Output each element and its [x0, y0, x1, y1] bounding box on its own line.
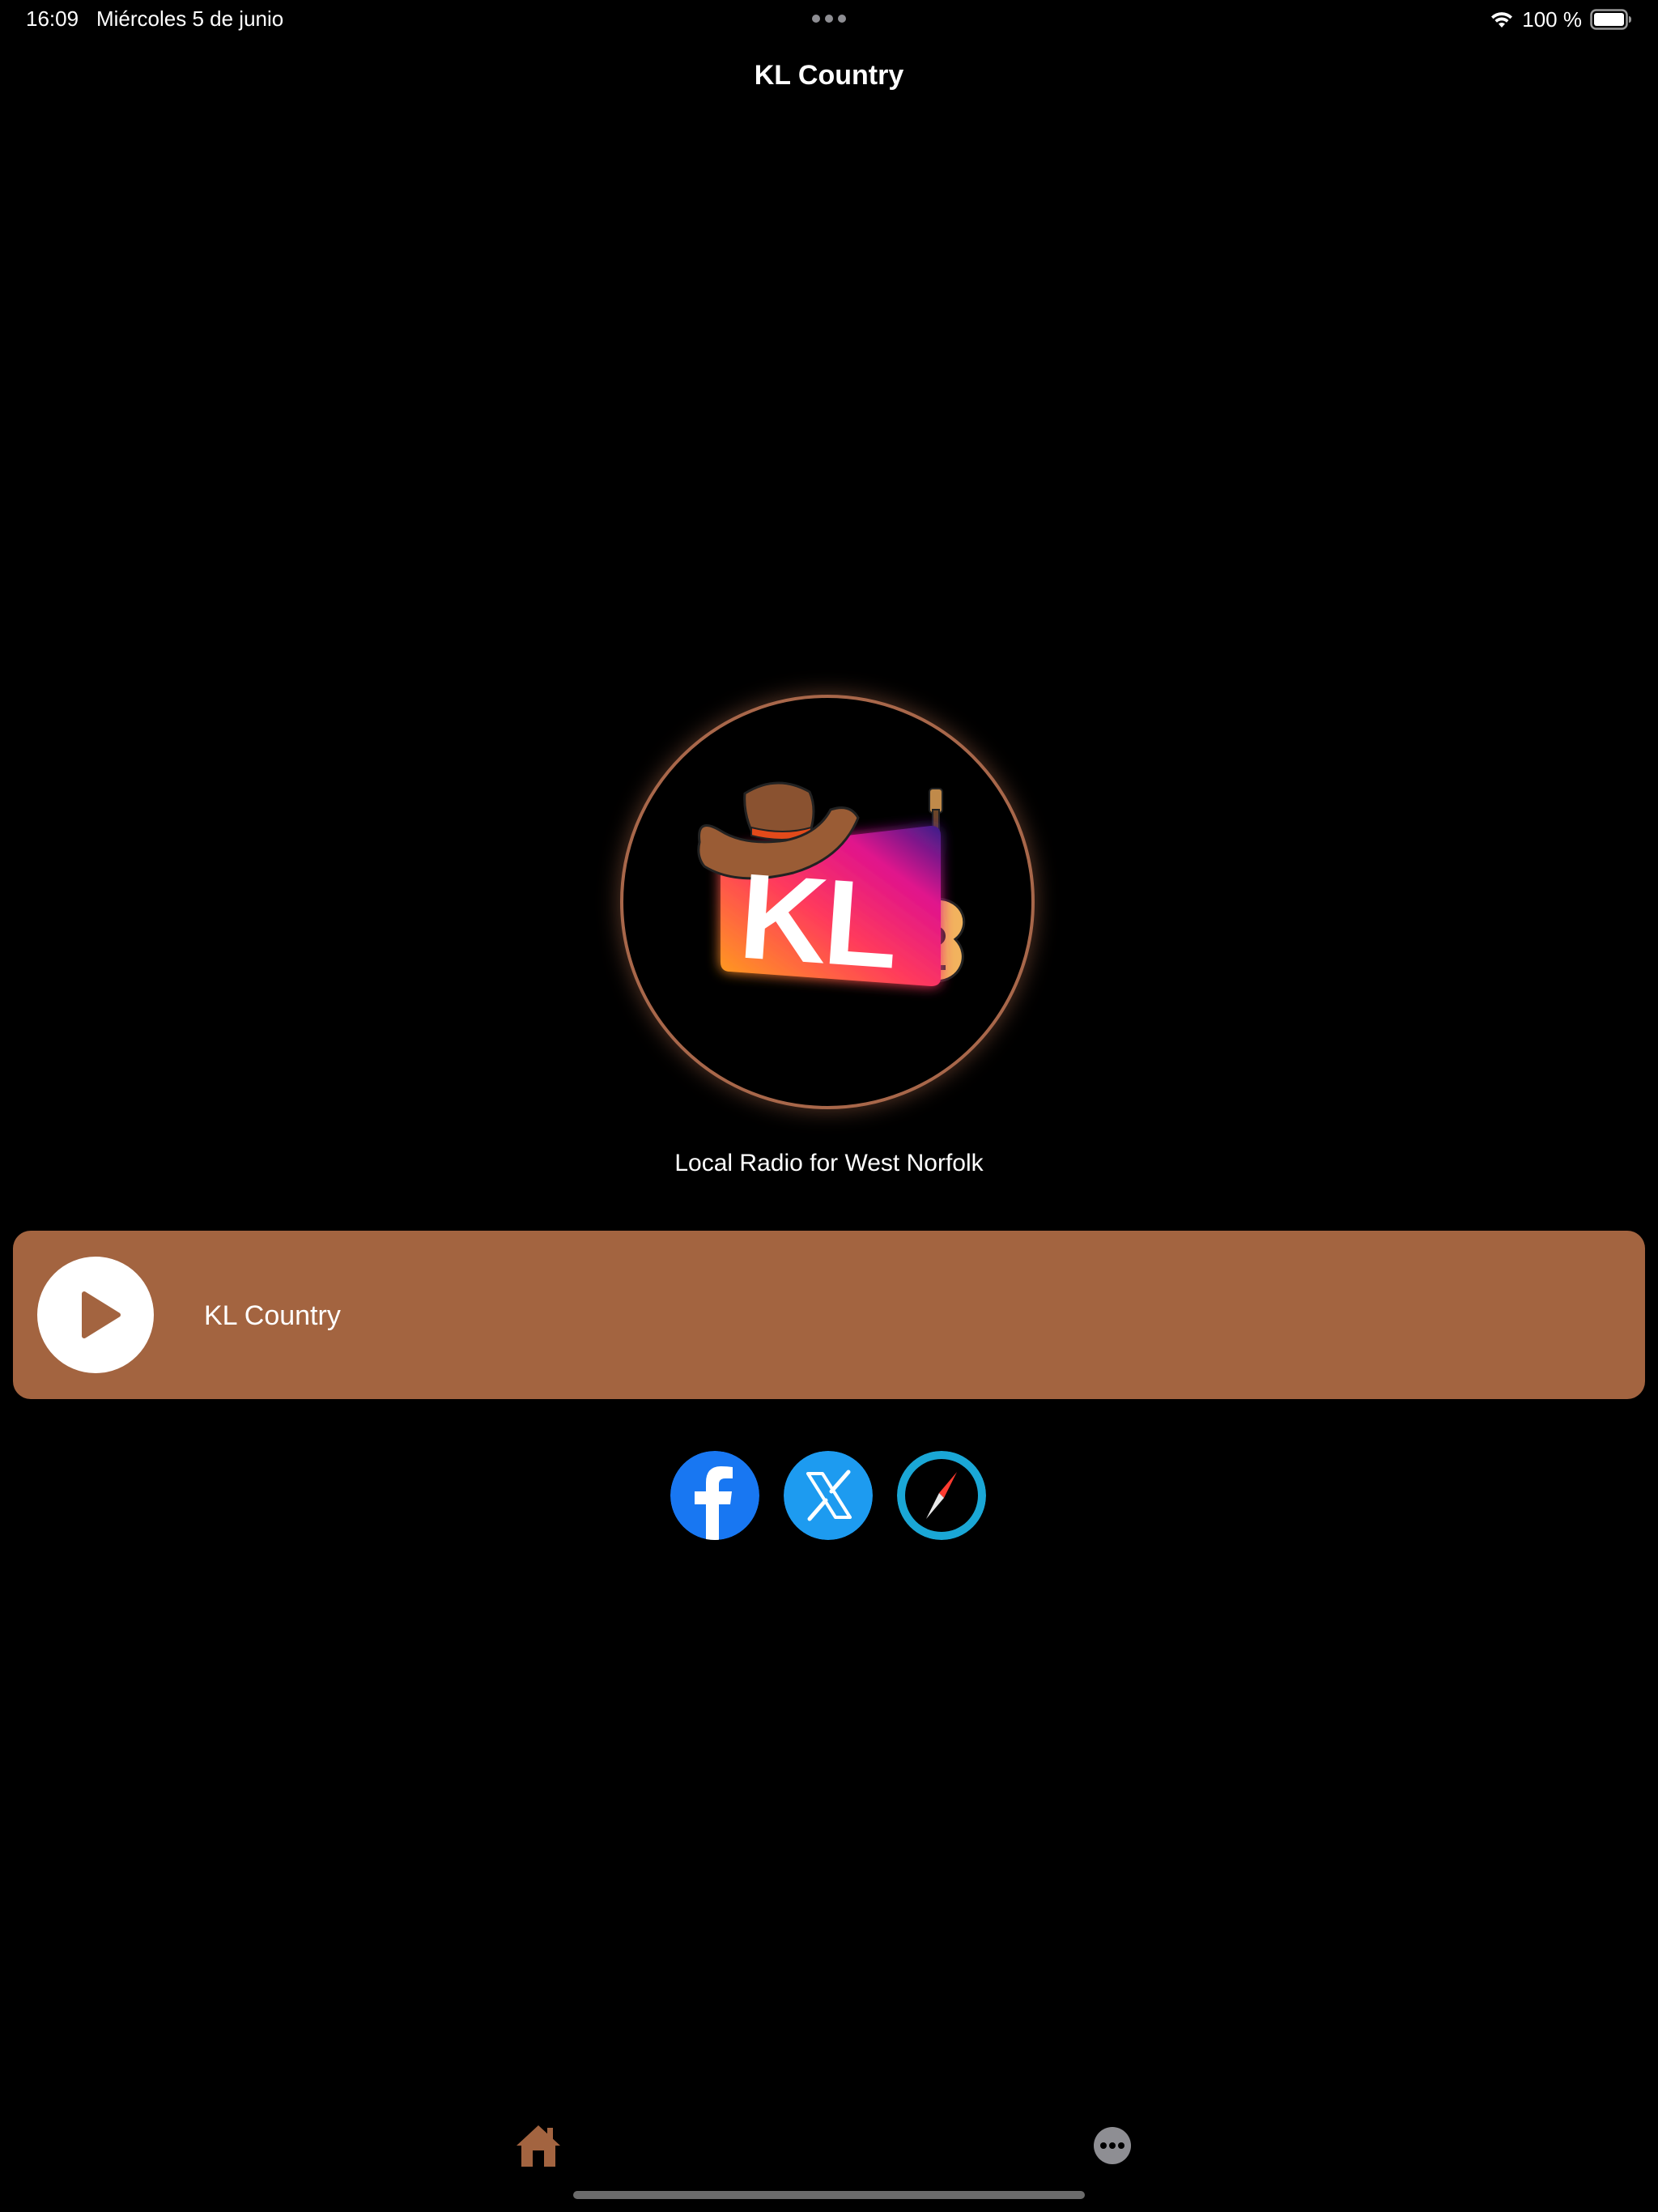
- tab-home[interactable]: [515, 2123, 562, 2168]
- battery-icon: [1590, 9, 1631, 30]
- home-icon: [517, 2125, 560, 2167]
- tab-more[interactable]: [1093, 2126, 1132, 2165]
- compass-icon: [897, 1451, 986, 1540]
- facebook-button[interactable]: [670, 1451, 759, 1540]
- play-icon: [82, 1291, 121, 1338]
- multitask-dots-icon[interactable]: [811, 14, 847, 23]
- status-indicators: 100 %: [1490, 6, 1632, 32]
- player-station-name: KL Country: [204, 1300, 341, 1331]
- website-button[interactable]: [897, 1451, 986, 1540]
- more-icon: [1094, 2127, 1131, 2164]
- battery-percentage: 100 %: [1522, 6, 1582, 32]
- logo-letters: KL: [735, 847, 900, 994]
- page-title: KL Country: [754, 60, 904, 91]
- player-bar: KL Country: [13, 1231, 1645, 1399]
- social-links: [670, 1451, 988, 1540]
- x-twitter-button[interactable]: [784, 1451, 873, 1540]
- play-button[interactable]: [37, 1257, 154, 1373]
- status-time: 16:09: [26, 6, 79, 31]
- status-bar: 16:09 Miércoles 5 de junio 100 %: [0, 0, 1658, 39]
- status-date: Miércoles 5 de junio: [96, 6, 284, 31]
- home-indicator[interactable]: [573, 2191, 1085, 2199]
- station-tagline: Local Radio for West Norfolk: [674, 1150, 984, 1176]
- x-twitter-icon: [784, 1451, 873, 1540]
- wifi-icon: [1491, 12, 1513, 28]
- facebook-icon: [670, 1451, 759, 1540]
